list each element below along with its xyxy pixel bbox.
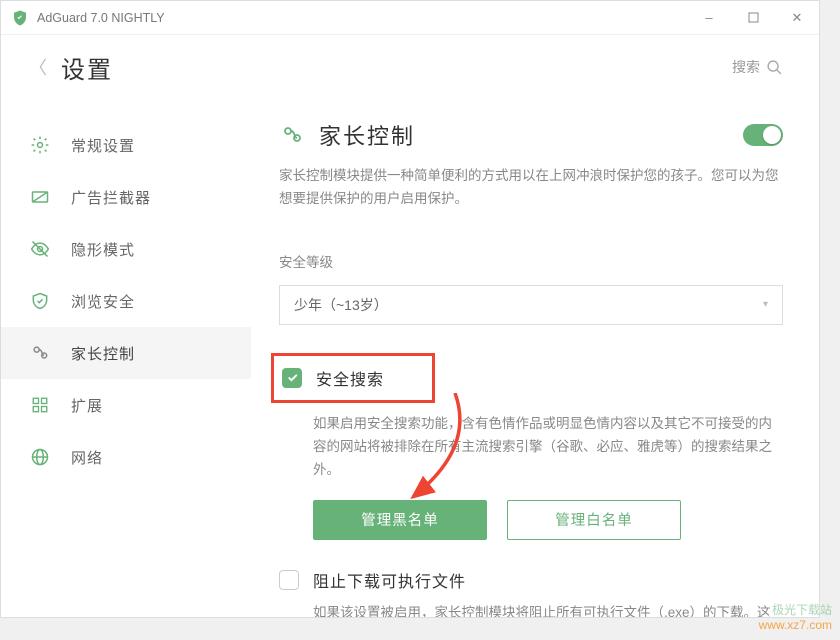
sidebar-item-extensions[interactable]: 扩展 bbox=[1, 379, 251, 431]
titlebar: AdGuard 7.0 NIGHTLY – ✕ bbox=[1, 1, 819, 35]
block-exec-desc: 如果该设置被启用，家长控制模块将阻止所有可执行文件（.exe）的下载。这将避免你… bbox=[279, 602, 783, 617]
block-exec-label: 阻止下载可执行文件 bbox=[313, 568, 466, 592]
minimize-button[interactable]: – bbox=[687, 1, 731, 35]
back-button[interactable]: 〈 bbox=[29, 54, 47, 80]
search-label: 搜索 bbox=[732, 57, 760, 77]
sidebar-item-label: 隐形模式 bbox=[71, 239, 135, 260]
level-label: 安全等级 bbox=[279, 251, 783, 271]
maximize-button[interactable] bbox=[731, 1, 775, 35]
eye-off-icon bbox=[29, 238, 51, 260]
level-select[interactable]: 少年（~13岁） ▾ bbox=[279, 285, 783, 325]
sidebar-item-safebrowsing[interactable]: 浏览安全 bbox=[1, 275, 251, 327]
sidebar-item-label: 常规设置 bbox=[71, 135, 135, 156]
section-desc: 家长控制模块提供一种简单便利的方式用以在上网冲浪时保护您的孩子。您可以为您想要提… bbox=[279, 165, 783, 211]
section-title: 家长控制 bbox=[319, 119, 743, 151]
parental-icon bbox=[279, 122, 305, 148]
sidebar-item-network[interactable]: 网络 bbox=[1, 431, 251, 483]
block-exec-row: 阻止下载可执行文件 bbox=[279, 568, 783, 592]
page-header: 〈 设置 搜索 bbox=[1, 35, 819, 99]
blacklist-button[interactable]: 管理黑名单 bbox=[313, 500, 487, 540]
level-value: 少年（~13岁） bbox=[294, 295, 388, 315]
block-exec-checkbox[interactable] bbox=[279, 570, 299, 590]
close-button[interactable]: ✕ bbox=[775, 1, 819, 35]
safesearch-checkbox[interactable] bbox=[282, 368, 302, 388]
app-title: AdGuard 7.0 NIGHTLY bbox=[37, 11, 687, 25]
page-title: 设置 bbox=[61, 50, 732, 85]
main-panel: 家长控制 家长控制模块提供一种简单便利的方式用以在上网冲浪时保护您的孩子。您可以… bbox=[251, 99, 819, 617]
whitelist-button[interactable]: 管理白名单 bbox=[507, 500, 681, 540]
block-icon bbox=[29, 186, 51, 208]
parental-toggle[interactable] bbox=[743, 124, 783, 146]
globe-icon bbox=[29, 446, 51, 468]
search-button[interactable]: 搜索 bbox=[732, 57, 783, 77]
sidebar-item-general[interactable]: 常规设置 bbox=[1, 119, 251, 171]
search-icon bbox=[766, 59, 783, 76]
app-logo-icon bbox=[11, 9, 29, 27]
watermark-line2: www.xz7.com bbox=[759, 618, 832, 634]
chevron-down-icon: ▾ bbox=[763, 299, 768, 310]
parental-icon bbox=[29, 342, 51, 364]
safesearch-desc: 如果启用安全搜索功能，含有色情作品或明显色情内容以及其它不可接受的内容的网站将被… bbox=[279, 413, 783, 482]
safesearch-row: 安全搜索 bbox=[271, 353, 435, 403]
safesearch-label: 安全搜索 bbox=[316, 366, 384, 390]
sidebar-item-label: 浏览安全 bbox=[71, 291, 135, 312]
sidebar-item-label: 家长控制 bbox=[71, 343, 135, 364]
shield-icon bbox=[29, 290, 51, 312]
sidebar: 常规设置 广告拦截器 隐形模式 浏览安全 家长控制 扩展 bbox=[1, 99, 251, 617]
gear-icon bbox=[29, 134, 51, 156]
grid-icon bbox=[29, 394, 51, 416]
sidebar-item-parental[interactable]: 家长控制 bbox=[1, 327, 251, 379]
sidebar-item-label: 网络 bbox=[71, 447, 103, 468]
sidebar-item-label: 广告拦截器 bbox=[71, 187, 151, 208]
sidebar-item-label: 扩展 bbox=[71, 395, 103, 416]
sidebar-item-stealth[interactable]: 隐形模式 bbox=[1, 223, 251, 275]
sidebar-item-adblock[interactable]: 广告拦截器 bbox=[1, 171, 251, 223]
